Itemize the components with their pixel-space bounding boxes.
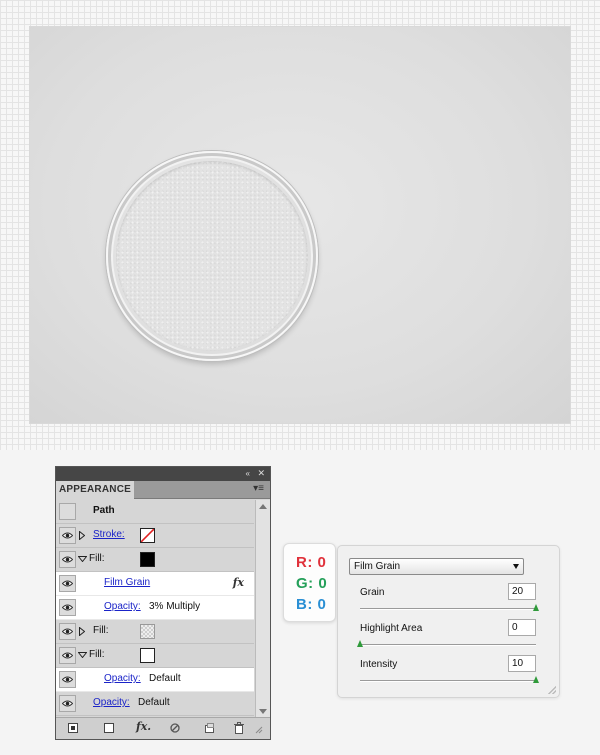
- opacity-value: Default: [149, 673, 181, 684]
- appearance-row-fill-black[interactable]: Fill:: [56, 548, 254, 572]
- grain-slider-thumb[interactable]: [533, 604, 539, 611]
- fill-white-swatch[interactable]: [140, 648, 155, 663]
- intensity-slider[interactable]: [360, 676, 539, 683]
- appearance-row-opacity[interactable]: Opacity: 3% Multiply: [56, 596, 254, 620]
- resize-grip-icon[interactable]: [255, 726, 263, 734]
- eye-icon[interactable]: [59, 527, 76, 544]
- disclosure-triangle-open-icon[interactable]: [78, 556, 87, 562]
- rgb-color-badge: R: 0 G: 0 B: 0: [283, 543, 336, 622]
- red-value-label: R: 0: [296, 554, 327, 571]
- appearance-row-opacity-object[interactable]: Opacity: Default: [56, 692, 254, 716]
- tab-appearance[interactable]: APPEARANCE: [56, 481, 134, 499]
- highlight-area-label: Highlight Area: [360, 623, 423, 634]
- blue-value-label: B: 0: [296, 596, 327, 613]
- scroll-down-arrow-icon[interactable]: [259, 709, 267, 714]
- filter-select-value: Film Grain: [354, 561, 401, 572]
- add-new-fill-icon[interactable]: [102, 721, 116, 735]
- intensity-slider-thumb[interactable]: [533, 676, 539, 683]
- film-grain-link[interactable]: Film Grain: [104, 577, 150, 588]
- stroke-none-swatch-icon[interactable]: [140, 528, 155, 543]
- opacity-value: 3% Multiply: [149, 601, 201, 612]
- intensity-input[interactable]: 10: [508, 655, 536, 672]
- fill-label: Fill:: [89, 553, 105, 564]
- highlight-area-input[interactable]: 0: [508, 619, 536, 636]
- fx-icon[interactable]: fx: [233, 576, 244, 589]
- grain-label: Grain: [360, 587, 385, 598]
- trash-icon[interactable]: [232, 721, 246, 735]
- green-value-label: G: 0: [296, 575, 328, 592]
- eye-icon[interactable]: [59, 695, 76, 712]
- disclosure-triangle-icon[interactable]: [79, 627, 85, 636]
- duplicate-item-icon[interactable]: [202, 721, 216, 735]
- fill-label: Fill:: [93, 625, 109, 636]
- opacity-value: Default: [138, 697, 170, 708]
- eye-icon[interactable]: [59, 647, 76, 664]
- opacity-link[interactable]: Opacity:: [93, 697, 130, 708]
- disclosure-triangle-icon[interactable]: [79, 531, 85, 540]
- eye-icon[interactable]: [59, 599, 76, 616]
- row-label-path: Path: [93, 505, 115, 516]
- opacity-link[interactable]: Opacity:: [104, 601, 141, 612]
- panel-menu-icon[interactable]: ▾≡: [253, 483, 264, 494]
- artboard[interactable]: [30, 27, 570, 423]
- scroll-up-arrow-icon[interactable]: [259, 504, 267, 509]
- canvas-area: [0, 0, 600, 450]
- collapse-icon[interactable]: «: [246, 469, 250, 479]
- filter-select-dropdown[interactable]: Film Grain: [349, 558, 524, 575]
- appearance-row-stroke[interactable]: Stroke:: [56, 524, 254, 548]
- eye-icon[interactable]: [59, 623, 76, 640]
- film-grain-dialog: Film Grain Grain 20 Highlight Area 0 Int…: [337, 545, 560, 698]
- add-new-stroke-icon[interactable]: [66, 721, 80, 735]
- fill-black-swatch[interactable]: [140, 552, 155, 567]
- chevron-down-icon: [513, 564, 519, 569]
- stroke-link[interactable]: Stroke:: [93, 529, 125, 540]
- panel-footer: fx.: [56, 717, 270, 739]
- eye-icon[interactable]: [59, 575, 76, 592]
- circle-lens-artwork[interactable]: [106, 151, 318, 361]
- eye-icon[interactable]: [59, 551, 76, 568]
- add-effect-fx-icon[interactable]: fx.: [136, 720, 158, 734]
- appearance-list: Path Stroke: Fill: Film Grain fx Opacity…: [56, 500, 254, 716]
- appearance-row-fill-pattern[interactable]: Fill:: [56, 620, 254, 644]
- highlight-area-slider-thumb[interactable]: [357, 640, 363, 647]
- grain-input[interactable]: 20: [508, 583, 536, 600]
- appearance-row-opacity[interactable]: Opacity: Default: [56, 668, 254, 692]
- highlight-area-slider[interactable]: [357, 640, 536, 647]
- grain-slider[interactable]: [360, 604, 539, 611]
- disclosure-triangle-open-icon[interactable]: [78, 652, 87, 658]
- circle-lens-grain-fill: [116, 161, 308, 351]
- panel-scrollbar[interactable]: [255, 500, 270, 718]
- appearance-row-film-grain[interactable]: Film Grain fx: [56, 572, 254, 596]
- opacity-link[interactable]: Opacity:: [104, 673, 141, 684]
- intensity-label: Intensity: [360, 659, 398, 670]
- appearance-row-fill-white[interactable]: Fill:: [56, 644, 254, 668]
- appearance-row-path[interactable]: Path: [56, 500, 254, 524]
- clear-appearance-icon[interactable]: [168, 721, 182, 735]
- thumbnail-box: [59, 503, 76, 520]
- fill-pattern-swatch[interactable]: [140, 624, 155, 639]
- resize-grip-icon[interactable]: [548, 686, 556, 694]
- panel-titlebar: « ✕: [56, 467, 270, 481]
- panel-tabbar: APPEARANCE ▾≡: [56, 481, 270, 499]
- close-icon[interactable]: ✕: [257, 468, 265, 479]
- appearance-panel: « ✕ APPEARANCE ▾≡ Path Stroke: Fill: Fil: [55, 466, 271, 740]
- eye-icon[interactable]: [59, 671, 76, 688]
- fill-label: Fill:: [89, 649, 105, 660]
